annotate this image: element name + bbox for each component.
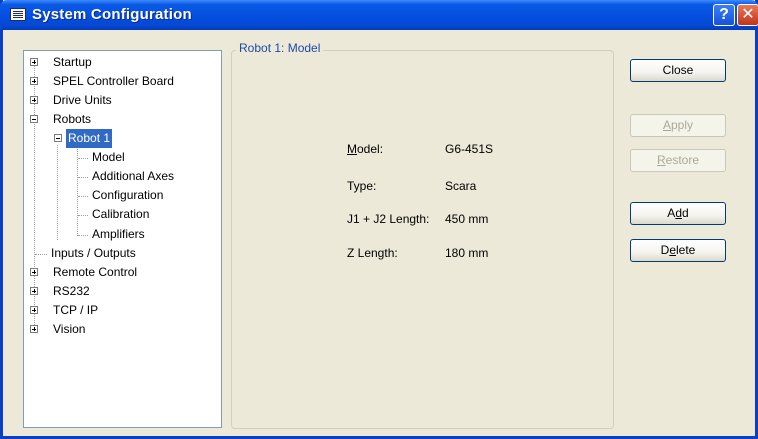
button-label: estore (665, 153, 700, 167)
expand-icon[interactable] (30, 287, 38, 295)
tree-connector (35, 254, 47, 255)
tree-item-label: Remote Control (53, 265, 138, 279)
button-mnemonic: d (675, 206, 682, 220)
expand-icon[interactable] (30, 268, 38, 276)
delete-button[interactable]: Delete (630, 239, 726, 262)
tree-item-drive-units[interactable]: Drive Units (30, 91, 114, 110)
tree-item-additional-axes[interactable]: Additional Axes (90, 167, 176, 186)
tree-item-label: RS232 (53, 284, 90, 298)
tree-connector (78, 235, 88, 236)
button-mnemonic: A (662, 118, 671, 132)
tree-item-label: Vision (53, 322, 86, 336)
expand-icon[interactable] (30, 96, 38, 104)
close-button[interactable]: Close (630, 59, 726, 82)
button-label: D (660, 243, 670, 257)
system-configuration-window: System Configuration ? ✕ Startup SPEL Co… (0, 0, 758, 439)
tree-item-label: Drive Units (53, 93, 112, 107)
collapse-icon[interactable] (30, 115, 38, 123)
tree-item-vision[interactable]: Vision (30, 320, 87, 339)
tree-item-label: TCP / IP (53, 303, 99, 317)
tree-item-rs232[interactable]: RS232 (30, 282, 92, 301)
window-title: System Configuration (32, 6, 192, 23)
robot-model-group (231, 50, 614, 429)
j1-j2-length-value: 450 mm (445, 212, 489, 226)
app-icon (10, 8, 26, 21)
close-window-button[interactable]: ✕ (737, 4, 758, 26)
label-text: odel: (357, 142, 384, 156)
expand-icon[interactable] (30, 77, 38, 85)
add-button[interactable]: Add (630, 202, 726, 225)
tree-item-label: Calibration (92, 207, 150, 221)
button-mnemonic: e (669, 243, 676, 257)
label-mnemonic: M (347, 142, 357, 156)
tree-connector (78, 158, 88, 159)
tree-item-label: SPEL Controller Board (53, 74, 174, 88)
button-label: Close (662, 63, 694, 77)
tree-item-configuration[interactable]: Configuration (90, 186, 165, 205)
model-value: G6-451S (445, 142, 494, 156)
expand-icon[interactable] (30, 325, 38, 333)
tree-item-amplifiers[interactable]: Amplifiers (90, 225, 147, 244)
tree-item-label: Amplifiers (92, 227, 145, 241)
tree-item-label: Model (92, 150, 125, 164)
button-label: lete (676, 243, 696, 257)
tree-item-label: Configuration (92, 188, 164, 202)
j1-j2-length-label: J1 + J2 Length: (347, 212, 430, 226)
tree-item-inputs-outputs[interactable]: Inputs / Outputs (49, 244, 138, 263)
title-bar[interactable]: System Configuration ? ✕ (0, 0, 758, 30)
tree-guide-robots (57, 145, 58, 240)
tree-item-robot-1[interactable]: Robot 1 (54, 129, 113, 148)
tree-item-label: Robot 1 (66, 129, 113, 148)
expand-icon[interactable] (30, 306, 38, 314)
button-label: d (682, 206, 689, 220)
type-label: Type: (347, 179, 377, 193)
tree-item-calibration[interactable]: Calibration (90, 205, 151, 224)
tree-item-remote-control[interactable]: Remote Control (30, 263, 139, 282)
tree-item-tcp-ip[interactable]: TCP / IP (30, 301, 100, 320)
settings-tree[interactable]: Startup SPEL Controller Board Drive Unit… (23, 50, 222, 428)
tree-guide-robot1 (77, 147, 78, 236)
tree-connector (78, 177, 88, 178)
button-label: pply (671, 118, 694, 132)
tree-item-startup[interactable]: Startup (30, 53, 94, 72)
button-mnemonic: R (656, 153, 666, 167)
tree-item-label: Additional Axes (92, 169, 175, 183)
tree-item-model[interactable]: Model (90, 148, 127, 167)
collapse-icon[interactable] (54, 134, 62, 142)
z-length-value: 180 mm (445, 246, 489, 260)
type-value: Scara (445, 179, 477, 193)
restore-button[interactable]: Restore (630, 149, 726, 172)
z-length-label: Z Length: (347, 246, 398, 260)
expand-icon[interactable] (30, 58, 38, 66)
tree-item-label: Inputs / Outputs (51, 246, 136, 260)
tree-connector (78, 196, 88, 197)
tree-item-robots[interactable]: Robots (30, 110, 93, 129)
group-title: Robot 1: Model (236, 41, 324, 55)
tree-item-spel-controller-board[interactable]: SPEL Controller Board (30, 72, 176, 91)
help-button[interactable]: ? (713, 4, 735, 26)
tree-connector (78, 215, 88, 216)
apply-button[interactable]: Apply (630, 114, 726, 137)
model-label: Model: (347, 142, 383, 156)
tree-item-label: Startup (53, 55, 92, 69)
tree-item-label: Robots (53, 112, 92, 126)
